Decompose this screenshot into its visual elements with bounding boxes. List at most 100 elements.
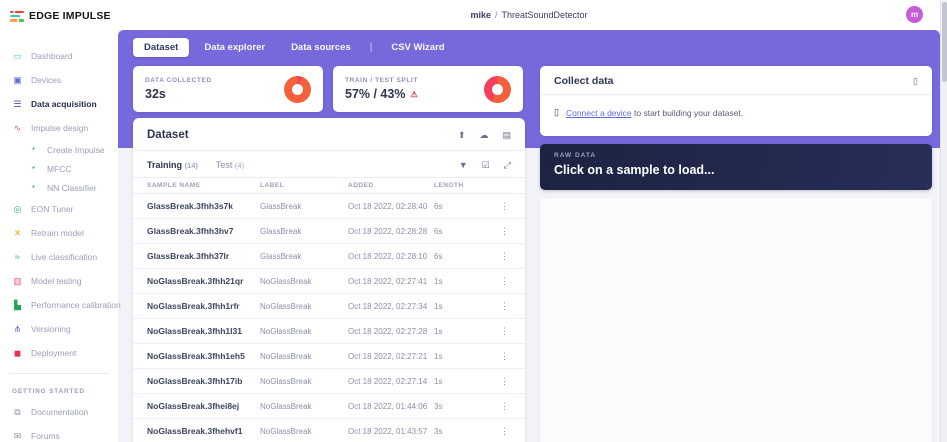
sample-label: GlassBreak: [260, 227, 348, 236]
sidebar-item-data-acquisition[interactable]: ☰ Data acquisition: [0, 92, 118, 116]
sample-name: GlassBreak.3fhh37lr: [147, 251, 260, 261]
sample-name: GlassBreak.3fhh3hv7: [147, 226, 260, 236]
sample-added: Oct 18 2022, 02:27:14: [348, 377, 434, 386]
row-menu-button[interactable]: ⋮: [484, 351, 525, 362]
sidebar-section-header: GETTING STARTED: [0, 382, 118, 400]
cloud-icon[interactable]: ☁: [479, 131, 488, 140]
table-row[interactable]: NoGlassBreak.3fhehvf1 NoGlassBreak Oct 1…: [133, 419, 525, 442]
table-row[interactable]: GlassBreak.3fhh37lr GlassBreak Oct 18 20…: [133, 244, 525, 269]
bullet-icon: ●: [28, 147, 39, 152]
file-icon[interactable]: ▤: [502, 131, 511, 140]
sidebar-item-versioning[interactable]: ⋔ Versioning: [0, 317, 118, 341]
sidebar-item-retrain-model[interactable]: ✕ Retrain model: [0, 221, 118, 245]
sample-name: NoGlassBreak.3fhh21qr: [147, 276, 260, 286]
train-test-donut: [484, 76, 511, 103]
tab-test[interactable]: Test (4): [216, 160, 244, 170]
select-checkbox-icon[interactable]: ☑: [482, 161, 490, 170]
sample-length: 1s: [434, 302, 484, 311]
row-menu-button[interactable]: ⋮: [484, 426, 525, 437]
tab-training[interactable]: Training (14): [147, 160, 198, 170]
table-row[interactable]: GlassBreak.3fhh3hv7 GlassBreak Oct 18 20…: [133, 219, 525, 244]
sample-length: 6s: [434, 227, 484, 236]
sample-added: Oct 18 2022, 02:27:28: [348, 327, 434, 336]
expand-icon[interactable]: ⤢: [504, 161, 511, 170]
breadcrumb-user[interactable]: mike: [470, 10, 491, 20]
sidebar-item-mfcc[interactable]: ● MFCC: [0, 159, 118, 178]
sidebar-item-forums[interactable]: ✉ Forums: [0, 424, 118, 442]
sample-added: Oct 18 2022, 02:28:28: [348, 227, 434, 236]
sample-length: 3s: [434, 427, 484, 436]
tab-divider: |: [370, 42, 373, 53]
eon-tuner-icon: ◎: [12, 205, 23, 214]
sidebar-nav: ▭ Dashboard ▣ Devices ☰ Data acquisition…: [0, 44, 118, 442]
sidebar-item-eon-tuner[interactable]: ◎ EON Tuner: [0, 197, 118, 221]
train-test-label: TRAIN / TEST SPLIT: [345, 77, 418, 84]
sidebar-item-create-impulse[interactable]: ● Create Impulse: [0, 140, 118, 159]
bullet-icon: ●: [28, 185, 39, 190]
row-menu-button[interactable]: ⋮: [484, 326, 525, 337]
sample-label: GlassBreak: [260, 252, 348, 261]
row-menu-button[interactable]: ⋮: [484, 301, 525, 312]
bullet-icon: ●: [28, 166, 39, 171]
row-menu-button[interactable]: ⋮: [484, 226, 525, 237]
upload-icon[interactable]: ⬆: [458, 131, 466, 140]
col-sample-name: SAMPLE NAME: [147, 182, 260, 189]
connect-device-link[interactable]: Connect a device: [566, 108, 632, 118]
sidebar-item-live-classification[interactable]: ≈ Live classification: [0, 245, 118, 269]
sample-added: Oct 18 2022, 01:43:57: [348, 427, 434, 436]
row-menu-button[interactable]: ⋮: [484, 276, 525, 287]
model-testing-icon: ▥: [12, 277, 23, 286]
tab-dataset[interactable]: Dataset: [133, 38, 189, 57]
warning-icon[interactable]: ⚠: [410, 90, 417, 99]
col-label: LABEL: [260, 182, 348, 189]
sidebar-divider: [10, 373, 108, 374]
breadcrumb-project[interactable]: ThreatSoundDetector: [501, 10, 587, 20]
table-row[interactable]: NoGlassBreak.3fhh21qr NoGlassBreak Oct 1…: [133, 269, 525, 294]
sample-added: Oct 18 2022, 02:27:21: [348, 352, 434, 361]
edge-impulse-logo[interactable]: EDGE IMPULSE: [0, 0, 118, 22]
sample-added: Oct 18 2022, 01:44:06: [348, 402, 434, 411]
sample-label: NoGlassBreak: [260, 302, 348, 311]
sidebar-item-performance-calibration[interactable]: ▙ Performance calibration: [0, 293, 118, 317]
training-count: (14): [185, 161, 198, 170]
breadcrumb: mike / ThreatSoundDetector: [470, 10, 587, 20]
page-scrollbar[interactable]: [940, 0, 947, 442]
table-row[interactable]: NoGlassBreak.3fhh17ib NoGlassBreak Oct 1…: [133, 369, 525, 394]
performance-calibration-icon: ▙: [12, 301, 23, 310]
retrain-model-icon: ✕: [12, 229, 23, 238]
sidebar-item-nn-classifier[interactable]: ● NN Classifier: [0, 178, 118, 197]
tab-data-explorer[interactable]: Data explorer: [193, 38, 276, 57]
row-menu-button[interactable]: ⋮: [484, 401, 525, 412]
table-row[interactable]: NoGlassBreak.3fhh1l31 NoGlassBreak Oct 1…: [133, 319, 525, 344]
scrollbar-thumb[interactable]: [942, 2, 947, 82]
sidebar-item-devices[interactable]: ▣ Devices: [0, 68, 118, 92]
sample-label: GlassBreak: [260, 202, 348, 211]
sample-preview-panel: [540, 198, 932, 442]
sidebar-item-dashboard[interactable]: ▭ Dashboard: [0, 44, 118, 68]
table-row[interactable]: NoGlassBreak.3fhh1eh5 NoGlassBreak Oct 1…: [133, 344, 525, 369]
table-row[interactable]: NoGlassBreak.3fhh1rfr NoGlassBreak Oct 1…: [133, 294, 525, 319]
sidebar-item-impulse-design[interactable]: ∿ Impulse design: [0, 116, 118, 140]
avatar[interactable]: m: [906, 6, 923, 23]
sample-name: NoGlassBreak.3fhh1eh5: [147, 351, 260, 361]
tab-data-sources[interactable]: Data sources: [280, 38, 362, 57]
sample-label: NoGlassBreak: [260, 427, 348, 436]
sample-length: 6s: [434, 202, 484, 211]
row-menu-button[interactable]: ⋮: [484, 376, 525, 387]
device-icon[interactable]: ▯: [913, 77, 918, 86]
data-acquisition-icon: ☰: [12, 100, 23, 109]
data-collected-label: DATA COLLECTED: [145, 77, 212, 84]
table-row[interactable]: GlassBreak.3fhh3s7k GlassBreak Oct 18 20…: [133, 194, 525, 219]
sample-length: 1s: [434, 352, 484, 361]
row-menu-button[interactable]: ⋮: [484, 201, 525, 212]
page-tabs: DatasetData explorerData sources | CSV Wiz…: [133, 38, 456, 57]
sidebar-item-documentation[interactable]: ⧉ Documentation: [0, 400, 118, 424]
filter-icon[interactable]: ▼: [459, 161, 468, 170]
table-row[interactable]: NoGlassBreak.3fhei8ej NoGlassBreak Oct 1…: [133, 394, 525, 419]
table-body: GlassBreak.3fhh3s7k GlassBreak Oct 18 20…: [133, 194, 525, 442]
sidebar-item-deployment[interactable]: ◼ Deployment: [0, 341, 118, 365]
tab-csv-wizard[interactable]: CSV Wizard: [380, 38, 455, 57]
sidebar-item-model-testing[interactable]: ▥ Model testing: [0, 269, 118, 293]
sample-length: 6s: [434, 252, 484, 261]
row-menu-button[interactable]: ⋮: [484, 251, 525, 262]
